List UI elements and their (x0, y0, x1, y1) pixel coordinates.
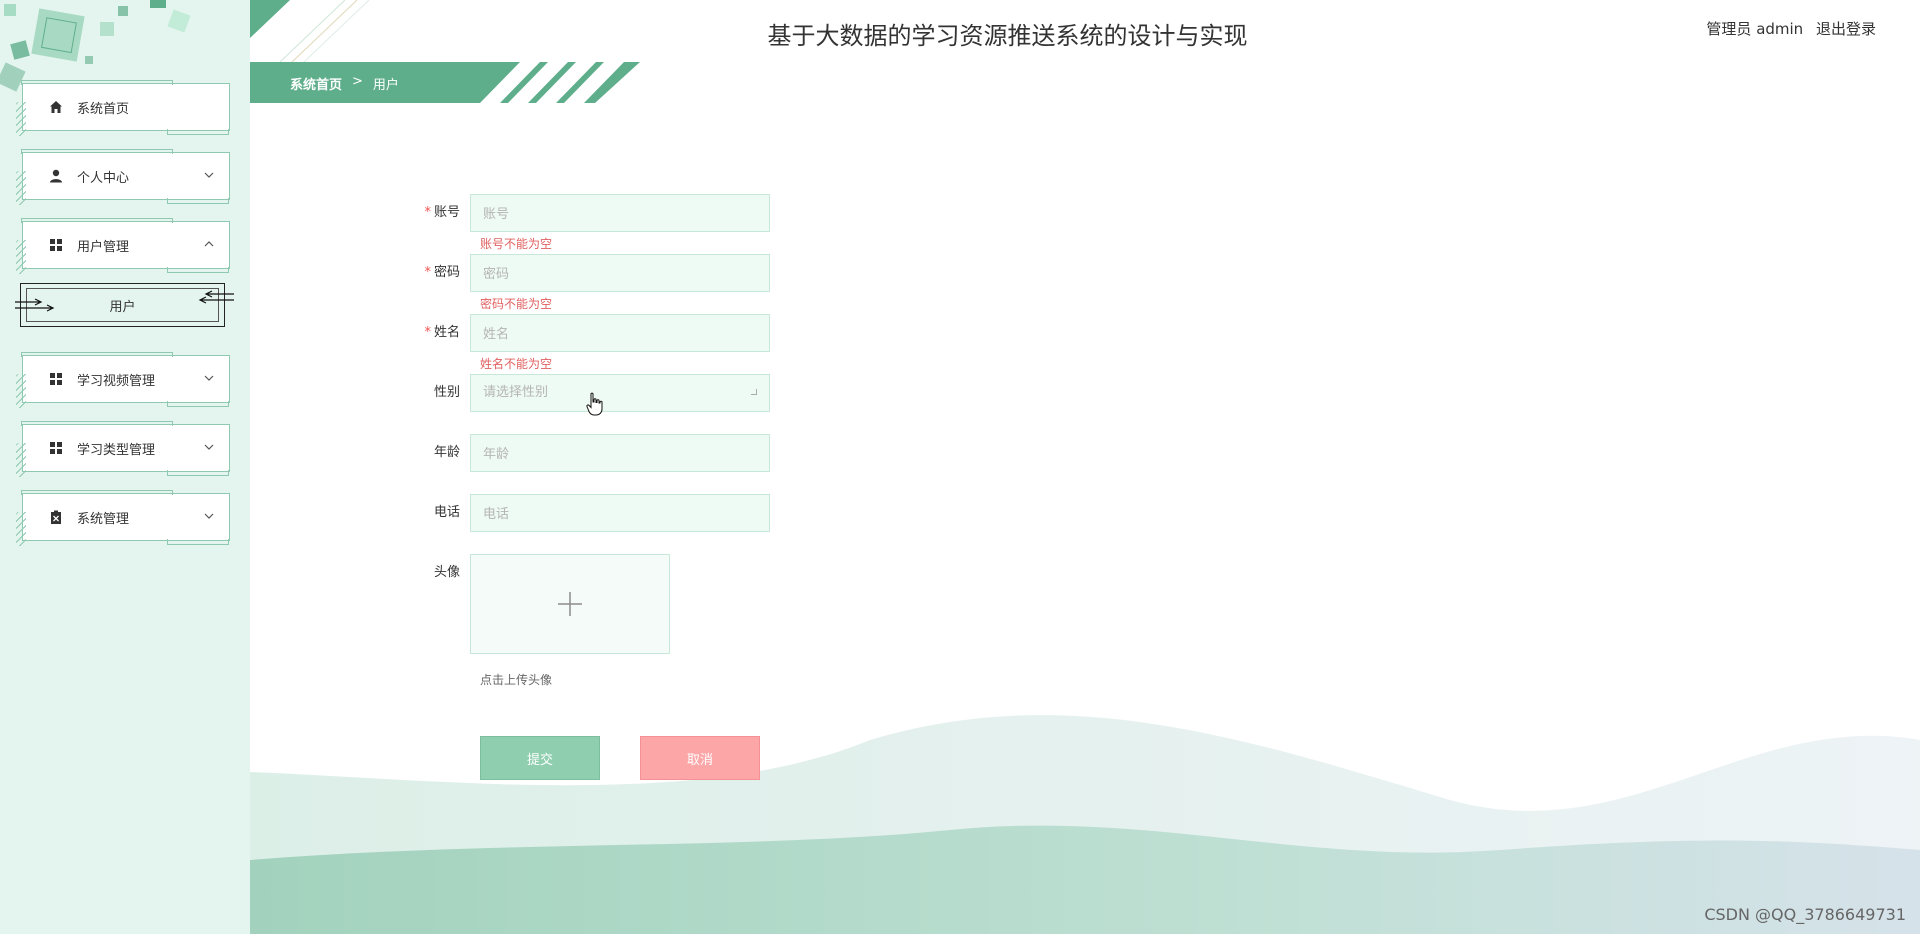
breadcrumb-home[interactable]: 系统首页 (290, 74, 342, 93)
avatar-label: 头像 (433, 565, 460, 580)
avatar-upload-tip: 点击上传头像 (480, 673, 553, 687)
gender-select-placeholder: 请选择性别 (483, 385, 549, 400)
name-error: 姓名不能为空 (480, 357, 553, 371)
password-error: 密码不能为空 (480, 297, 553, 311)
slash-decoration (16, 443, 26, 477)
sidebar-item-personal-center[interactable]: 个人中心 (16, 149, 230, 205)
password-label: * 密码 (424, 265, 460, 280)
age-input[interactable] (470, 434, 770, 472)
sidebar-item-label: 系统管理 (77, 511, 130, 527)
chevron-down-icon (204, 444, 214, 450)
select-corner-icon (751, 389, 757, 395)
clipboard-icon (49, 510, 63, 524)
sidebar-item-home[interactable]: 系统首页 (16, 80, 230, 136)
gender-select[interactable]: 请选择性别 (470, 374, 770, 412)
sidebar: 系统首页 个人中心 用户管理 用户 学习视频管理 学习类型管理 系统管理 (0, 0, 250, 934)
form-row-avatar: 头像 (400, 554, 670, 654)
slash-decoration (16, 102, 26, 136)
arrows-left-icon (198, 290, 234, 304)
grid-icon (49, 441, 63, 455)
required-mark: * (424, 325, 431, 340)
user-role-name: 管理员 admin (1706, 20, 1804, 38)
logout-link[interactable]: 退出登录 (1816, 20, 1876, 38)
form-row-account: * 账号 (400, 194, 770, 232)
required-mark: * (424, 205, 431, 220)
slash-decoration (16, 374, 26, 408)
sidebar-item-label: 系统首页 (77, 101, 130, 117)
watermark: CSDN @QQ_3786649731 (1704, 905, 1906, 924)
slash-decoration (16, 171, 26, 205)
arrows-right-icon (15, 298, 55, 312)
account-input[interactable] (470, 194, 770, 232)
form-row-name: * 姓名 (400, 314, 770, 352)
name-label: * 姓名 (424, 325, 460, 340)
cancel-button[interactable]: 取消 (640, 736, 760, 780)
slash-decoration (16, 512, 26, 546)
sidebar-item-video-management[interactable]: 学习视频管理 (16, 352, 230, 408)
breadcrumb-separator: > (352, 74, 363, 89)
slash-decoration (16, 240, 26, 274)
page-title: 基于大数据的学习资源推送系统的设计与实现 (767, 22, 1248, 50)
account-error: 账号不能为空 (480, 237, 553, 251)
chevron-down-icon (204, 172, 214, 178)
sidebar-item-label: 学习视频管理 (77, 373, 156, 389)
home-icon (49, 100, 63, 114)
sidebar-item-type-management[interactable]: 学习类型管理 (16, 421, 230, 477)
plus-icon (558, 592, 582, 616)
user-icon (49, 169, 63, 183)
required-mark: * (424, 265, 431, 280)
breadcrumb-current: 用户 (372, 78, 399, 93)
submit-button[interactable]: 提交 (480, 736, 600, 780)
breadcrumb: 系统首页 > 用户 (290, 74, 399, 93)
chevron-down-icon (204, 513, 214, 519)
form-row-password: * 密码 (400, 254, 770, 292)
chevron-up-icon (204, 241, 214, 247)
sidebar-subitem-label: 用户 (109, 299, 136, 315)
password-input[interactable] (470, 254, 770, 292)
grid-icon (49, 238, 63, 252)
grid-icon (49, 372, 63, 386)
phone-input[interactable] (470, 494, 770, 532)
sidebar-item-label: 学习类型管理 (77, 442, 156, 458)
sidebar-item-label: 个人中心 (77, 170, 130, 186)
form-row-phone: 电话 (400, 494, 770, 532)
sidebar-subitem-user[interactable]: 用户 (15, 283, 234, 327)
gender-label: 性别 (433, 385, 460, 400)
name-input[interactable] (470, 314, 770, 352)
phone-label: 电话 (433, 505, 460, 520)
sidebar-item-system-management[interactable]: 系统管理 (16, 490, 230, 546)
hand-cursor-icon (586, 392, 603, 416)
sidebar-item-label: 用户管理 (77, 239, 130, 255)
sidebar-item-user-management[interactable]: 用户管理 (16, 218, 230, 274)
user-info: 管理员 admin 退出登录 (1698, 18, 1876, 39)
account-label: * 账号 (424, 205, 460, 220)
form-row-gender: 性别 请选择性别 (400, 374, 770, 412)
age-label: 年龄 (433, 445, 460, 460)
form-row-age: 年龄 (400, 434, 770, 472)
avatar-upload[interactable] (470, 554, 670, 654)
chevron-down-icon (204, 375, 214, 381)
